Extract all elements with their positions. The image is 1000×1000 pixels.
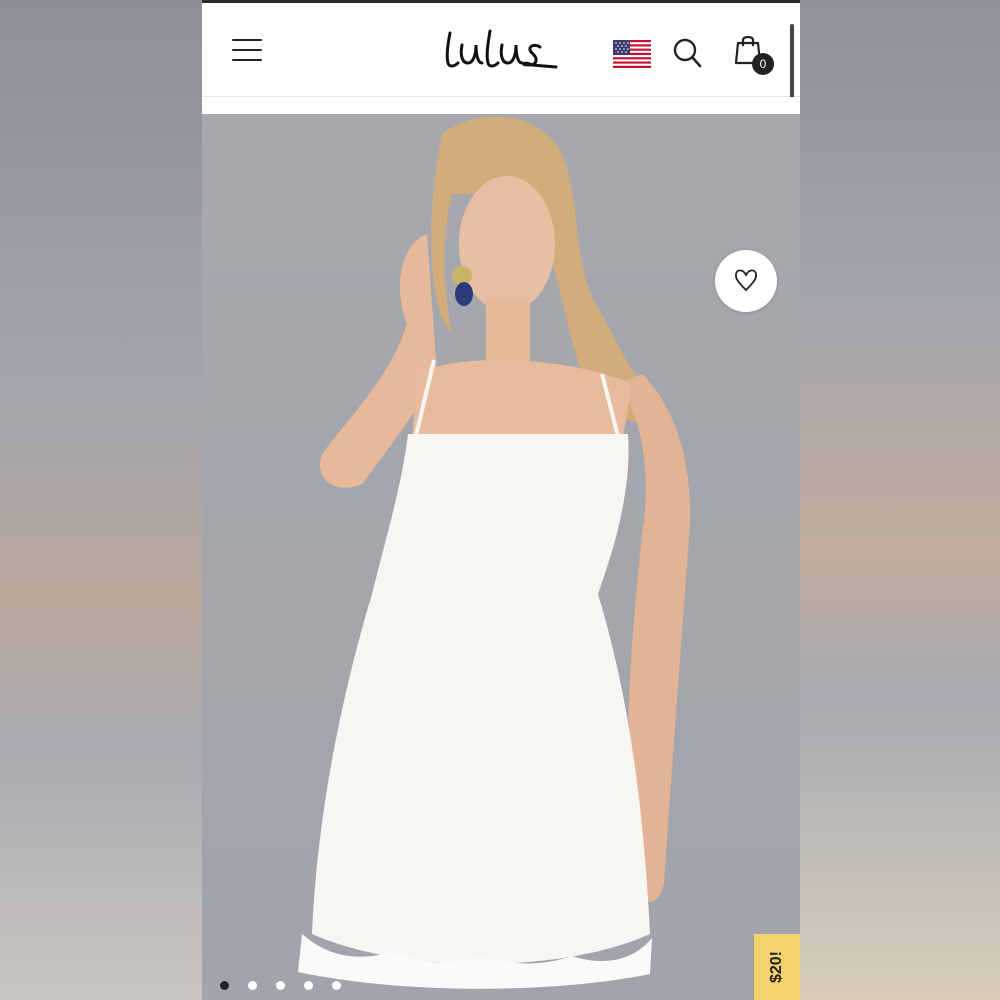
model-silhouette: [298, 116, 691, 989]
carousel-dot-2[interactable]: [248, 981, 257, 990]
us-flag-icon[interactable]: [613, 40, 651, 68]
carousel-dot-1[interactable]: [220, 981, 229, 990]
carousel-dot-3[interactable]: [276, 981, 285, 990]
search-icon[interactable]: [672, 37, 702, 69]
hamburger-menu-icon[interactable]: [232, 39, 262, 63]
logo-script: [445, 29, 558, 69]
promo-tab[interactable]: $20!: [754, 934, 800, 1000]
heart-icon: [734, 269, 758, 292]
cart-count-badge: 0: [752, 53, 774, 75]
promo-label: $20!: [768, 950, 785, 984]
mobile-screen: 0 $20!: [202, 0, 800, 1000]
site-header: 0: [202, 3, 800, 97]
lulus-logo[interactable]: [440, 23, 560, 77]
blurred-background-left: [0, 0, 202, 1000]
header-spacer: [202, 97, 800, 114]
favorite-button[interactable]: [715, 250, 777, 312]
carousel-dot-4[interactable]: [304, 981, 313, 990]
carousel-dot-5[interactable]: [332, 981, 341, 990]
blurred-background-right: [800, 0, 1000, 1000]
product-photo[interactable]: $20!: [202, 114, 800, 1000]
